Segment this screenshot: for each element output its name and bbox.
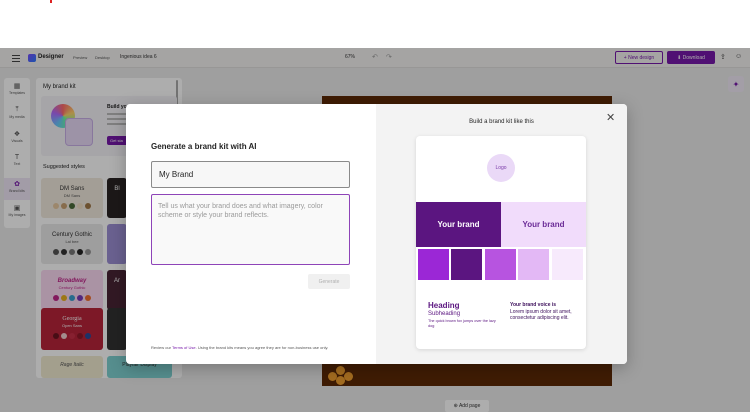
- terms-prefix: Review our: [151, 345, 173, 350]
- brand-name-input[interactable]: My Brand: [151, 161, 350, 188]
- generate-button[interactable]: Generate: [308, 274, 350, 289]
- brand-dark-block: Your brand: [416, 202, 501, 247]
- terms-suffix: . Using the brand kits means you agree t…: [195, 345, 329, 350]
- sample-subheading: Subheading: [428, 311, 461, 317]
- brand-description-textarea[interactable]: Tell us what your brand does and what im…: [151, 194, 350, 265]
- color-swatch: [451, 249, 482, 280]
- generate-brand-kit-dialog: Generate a brand kit with AI My Brand Te…: [126, 104, 627, 364]
- brand-voice-title: Your brand voice is: [510, 302, 557, 308]
- logo-placeholder: Logo: [487, 154, 515, 182]
- brand-light-block: Your brand: [501, 202, 586, 247]
- color-swatch: [418, 249, 449, 280]
- color-swatch: [518, 249, 549, 280]
- sample-body: The quick brown fox jumps over the lazy …: [428, 319, 496, 328]
- color-swatch: [552, 249, 583, 280]
- sample-heading: Heading: [428, 301, 460, 310]
- mark-dot: [50, 0, 52, 3]
- brand-voice-text: Lorem ipsum dolor sit amet, consectetur …: [510, 309, 572, 321]
- preview-title: Build a brand kit like this: [469, 119, 534, 125]
- color-swatch: [485, 249, 516, 280]
- blank-top-area: [0, 0, 750, 48]
- terms-of-use-link[interactable]: Terms of Use: [172, 345, 196, 350]
- dialog-title: Generate a brand kit with AI: [151, 142, 257, 151]
- brand-kit-preview-card: Logo Your brand Your brand Heading Subhe…: [416, 136, 586, 349]
- terms-notice: Review our Terms of Use. Using the brand…: [151, 345, 328, 350]
